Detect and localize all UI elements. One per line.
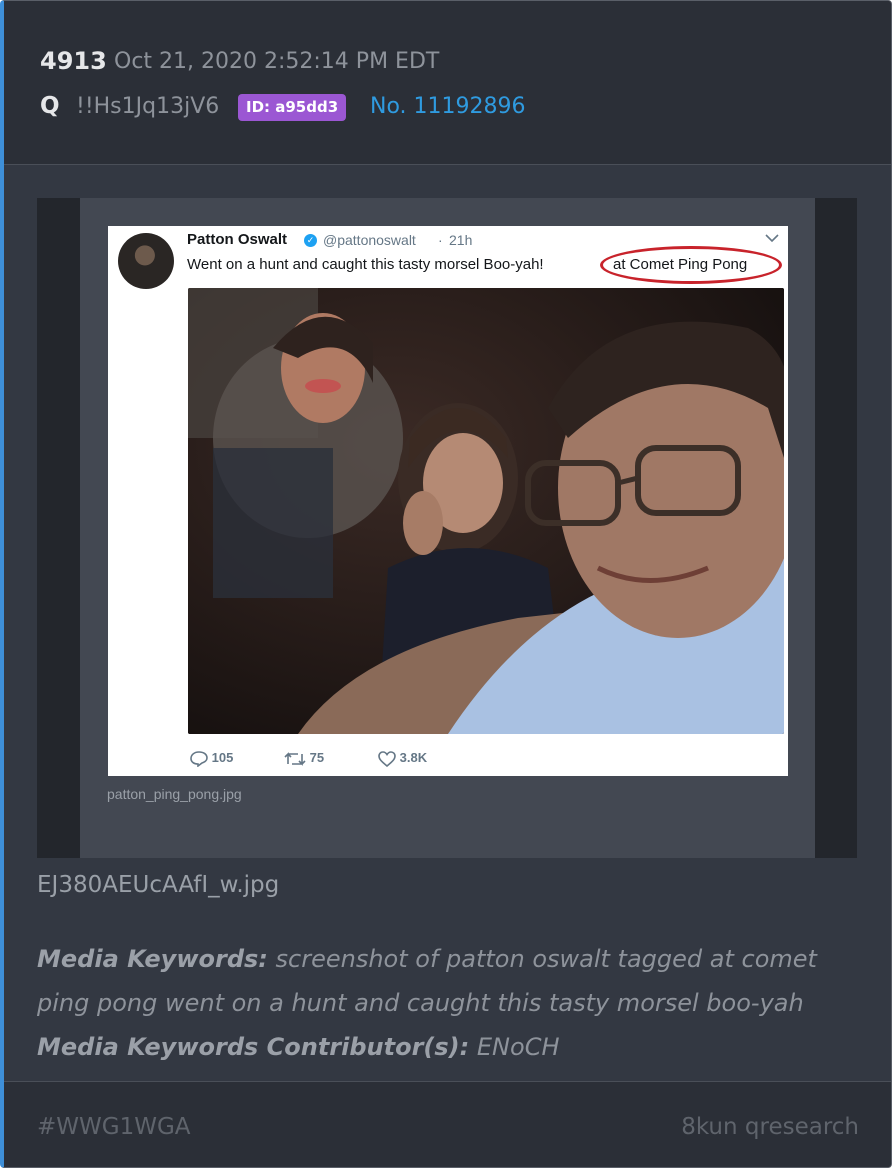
media-container[interactable]: Patton Oswalt ✓ @pattonoswalt · 21h Went… (37, 198, 857, 858)
contributor-label: Media Keywords Contributor(s): (37, 1033, 470, 1061)
retweet-action: 75 (284, 750, 324, 767)
tweet-separator: · (438, 232, 443, 248)
verified-icon: ✓ (304, 234, 317, 247)
retweet-count: 75 (309, 750, 325, 765)
author-name: Q (40, 93, 60, 119)
tweet-avatar (118, 233, 174, 289)
like-count: 3.8K (399, 750, 428, 765)
post-card: 4913 Oct 21, 2020 2:52:14 PM EDT Q !!Hs1… (0, 0, 892, 1168)
tweet-handle: @pattonoswalt (323, 232, 416, 248)
tweet-text: Went on a hunt and caught this tasty mor… (187, 256, 544, 273)
source-label: 8kun qresearch (681, 1114, 859, 1140)
hashtag: #WWG1WGA (37, 1114, 191, 1140)
post-number-link[interactable]: No. 11192896 (370, 94, 526, 119)
reply-count: 105 (211, 750, 234, 765)
tweet-photo (188, 288, 784, 734)
media-filename-link[interactable]: EJ380AEUcAAfI_w.jpg (37, 872, 279, 898)
media-image[interactable]: Patton Oswalt ✓ @pattonoswalt · 21h Went… (80, 198, 815, 858)
post-footer: #WWG1WGA 8kun qresearch (4, 1081, 891, 1167)
post-body: Patton Oswalt ✓ @pattonoswalt · 21h Went… (4, 165, 891, 1081)
tweet-time: 21h (449, 232, 473, 248)
keywords-label: Media Keywords: (37, 945, 268, 973)
embedded-filename: patton_ping_pong.jpg (107, 786, 242, 802)
tweet-author-name: Patton Oswalt (187, 231, 288, 248)
post-header: 4913 Oct 21, 2020 2:52:14 PM EDT Q !!Hs1… (4, 1, 891, 165)
poster-id-badge[interactable]: ID: a95dd3 (238, 94, 347, 121)
contributor-name: ENoCH (476, 1033, 560, 1061)
tripcode: !!Hs1Jq13jV6 (76, 94, 220, 119)
media-keywords: Media Keywords: screenshot of patton osw… (37, 937, 837, 1069)
chevron-down-icon (765, 230, 779, 246)
tweet-screenshot: Patton Oswalt ✓ @pattonoswalt · 21h Went… (108, 226, 788, 776)
post-date: Oct 21, 2020 2:52:14 PM EDT (114, 49, 440, 74)
reply-action: 105 (190, 750, 234, 768)
red-circle-annotation (600, 246, 782, 284)
post-number: 4913 (40, 47, 107, 75)
like-action: 3.8K (378, 750, 427, 767)
